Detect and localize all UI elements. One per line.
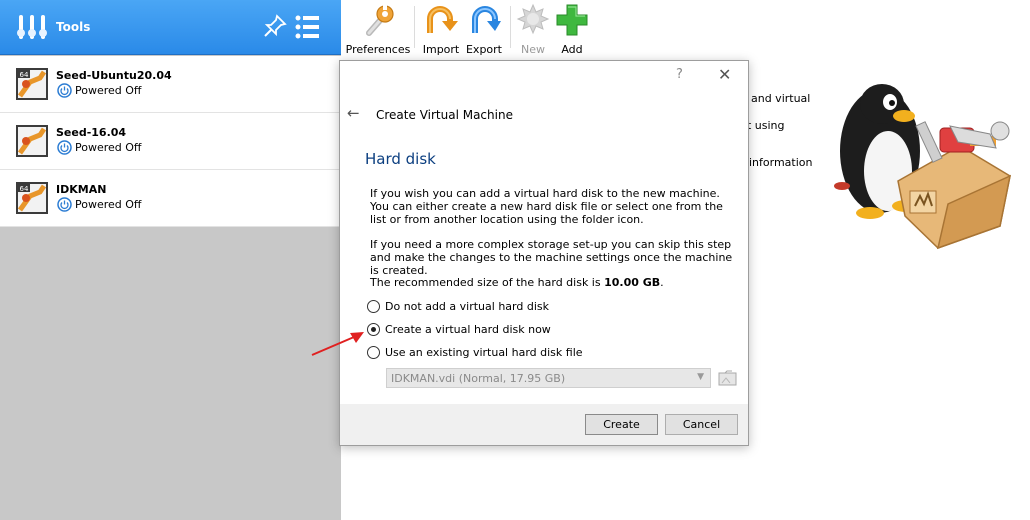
recommended-size-value: 10.00 GB (604, 276, 661, 289)
os-badge: 64 (20, 71, 29, 79)
create-vm-dialog: ? ✕ ← Create Virtual Machine Hard disk I… (339, 60, 749, 446)
tools-icon (16, 11, 48, 46)
preferences-label: Preferences (345, 43, 411, 56)
disk-select-value: IDKMAN.vdi (Normal, 17.95 GB) (391, 372, 566, 385)
add-plus-icon (555, 4, 589, 42)
close-icon[interactable]: ✕ (718, 65, 731, 84)
radio-button[interactable] (367, 323, 380, 336)
recommended-size-suffix: . (660, 276, 664, 289)
welcome-text-fragment: information (749, 156, 813, 169)
tools-label: Tools (56, 20, 91, 34)
export-icon (467, 6, 501, 42)
folder-icon[interactable] (718, 369, 738, 390)
export-label: Export (465, 43, 502, 56)
power-off-icon (57, 140, 72, 158)
vm-status: Powered Off (75, 198, 142, 211)
pin-icon[interactable] (262, 13, 288, 42)
add-label: Add (561, 43, 583, 56)
vm-sidebar: Tools 64 Seed-Ubuntu20.04 Powered Off Se… (0, 0, 341, 520)
back-arrow-icon[interactable]: ← (347, 104, 360, 122)
cancel-button[interactable]: Cancel (665, 414, 738, 435)
vm-status: Powered Off (75, 141, 142, 154)
radio-label: Create a virtual hard disk now (385, 323, 551, 336)
preferences-icon (361, 5, 395, 42)
radio-label: Use an existing virtual hard disk file (385, 346, 583, 359)
vm-name: Seed-16.04 (56, 126, 127, 139)
penguin-toolbox-mascot-icon (820, 76, 1025, 254)
vm-status: Powered Off (75, 84, 142, 97)
existing-disk-select[interactable]: IDKMAN.vdi (Normal, 17.95 GB) ▼ (386, 368, 711, 388)
page-heading: Hard disk (365, 150, 436, 168)
power-off-icon (57, 83, 72, 101)
create-button[interactable]: Create (585, 414, 658, 435)
radio-button[interactable] (367, 346, 380, 359)
recommended-size-text: The recommended size of the hard disk is… (370, 276, 740, 289)
ubuntu-os-icon (16, 125, 48, 160)
vm-list-item[interactable]: 64 IDKMAN Powered Off (0, 170, 341, 227)
description-paragraph: If you wish you can add a virtual hard d… (370, 187, 723, 226)
new-button[interactable]: New (515, 3, 551, 56)
preferences-button[interactable]: Preferences (345, 3, 411, 56)
toolbar-separator (510, 6, 511, 48)
chevron-down-icon: ▼ (697, 372, 704, 382)
import-label: Import (422, 43, 460, 56)
radio-button[interactable] (367, 300, 380, 313)
import-icon (424, 6, 458, 42)
vm-name: Seed-Ubuntu20.04 (56, 69, 172, 82)
list-menu-icon[interactable] (294, 14, 320, 43)
export-button[interactable]: Export (464, 3, 504, 56)
add-button[interactable]: Add (554, 3, 590, 56)
main-toolbar: Preferences Import Export New Add (341, 0, 601, 56)
ubuntu-os-icon: 64 (16, 182, 48, 217)
dialog-title: Create Virtual Machine (376, 108, 513, 122)
tools-header[interactable]: Tools (0, 0, 341, 55)
new-starburst-icon (516, 3, 550, 42)
os-badge: 64 (20, 185, 29, 193)
toolbar-separator (414, 6, 415, 48)
ubuntu-os-icon: 64 (16, 68, 48, 103)
import-button[interactable]: Import (421, 3, 461, 56)
recommended-size-prefix: The recommended size of the hard disk is (370, 276, 605, 289)
help-button[interactable]: ? (676, 67, 683, 82)
vm-list-item[interactable]: Seed-16.04 Powered Off (0, 113, 341, 170)
vm-list-item[interactable]: 64 Seed-Ubuntu20.04 Powered Off (0, 56, 341, 113)
description-paragraph: If you need a more complex storage set-u… (370, 238, 733, 277)
vm-name: IDKMAN (56, 183, 107, 196)
annotation-arrow-icon (308, 328, 368, 363)
new-label: New (521, 43, 545, 56)
power-off-icon (57, 197, 72, 215)
radio-label: Do not add a virtual hard disk (385, 300, 549, 313)
vm-list: 64 Seed-Ubuntu20.04 Powered Off Seed-16.… (0, 56, 341, 227)
